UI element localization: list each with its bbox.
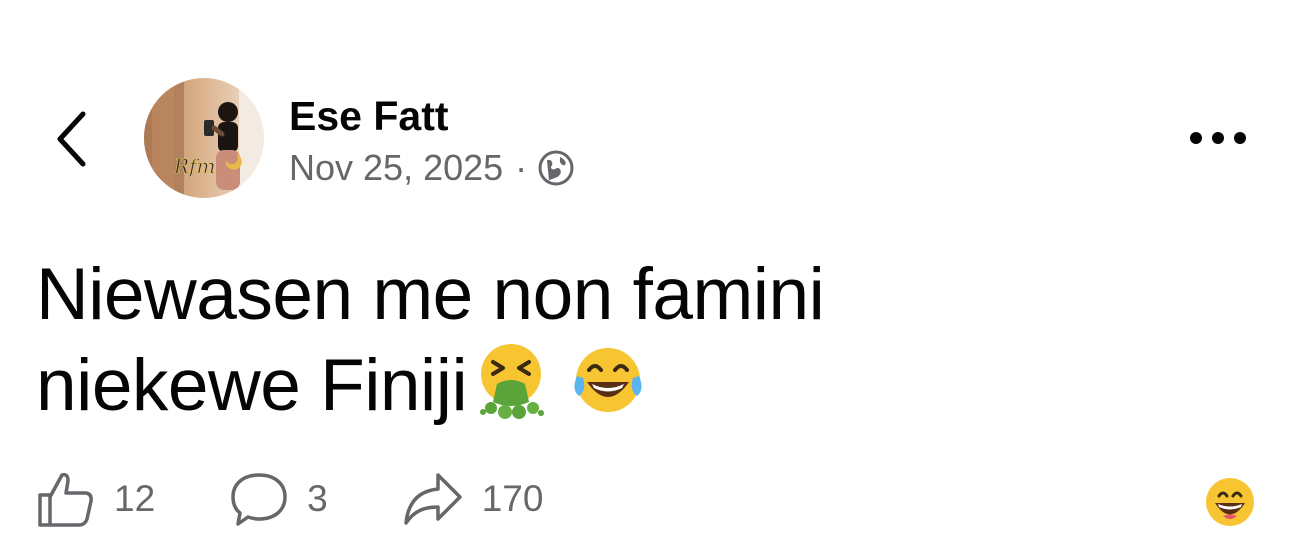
author-name[interactable]: Ese Fatt [289,92,449,140]
avatar-watermark: Rfm [173,154,215,178]
meta-separator: · [515,147,528,188]
share-arrow-icon [403,473,462,525]
comment-button[interactable]: 3 [229,469,328,529]
comment-icon [231,473,287,526]
share-button[interactable]: 170 [402,469,544,529]
reaction-emoji-button[interactable] [1204,476,1256,528]
action-bar: 12 3 170 [36,468,543,530]
share-count: 170 [481,478,544,519]
post-text-line: Niewasen me non famini [36,254,825,335]
thumbs-up-icon [38,472,93,527]
more-options-button[interactable] [1180,112,1256,164]
globe-icon[interactable] [537,149,575,187]
vomiting-face-emoji [471,340,553,422]
like-button[interactable]: 12 [36,469,155,529]
more-horizontal-icon [1190,132,1246,144]
chevron-left-icon [57,111,86,167]
post-date[interactable]: Nov 25, 2025 [289,147,503,189]
grinning-face-emoji [1206,478,1254,526]
like-count: 12 [114,478,156,519]
avatar-photo: Rfm [144,78,264,198]
avatar[interactable]: Rfm [144,78,264,198]
post-view: Rfm Ese Fatt Nov 25, 2025 · Niewasen me … [0,0,1290,536]
back-button[interactable] [44,104,100,174]
post-text-line: niekewe Finiji [36,345,468,426]
tears-of-joy-emoji [567,340,649,422]
post-text-line-2: niekewe Finiji [36,340,1036,431]
post-text: Niewasen me non famini niekewe Finiji [36,250,1036,431]
comment-count: 3 [307,478,328,519]
post-meta: Nov 25, 2025 · [289,146,575,190]
